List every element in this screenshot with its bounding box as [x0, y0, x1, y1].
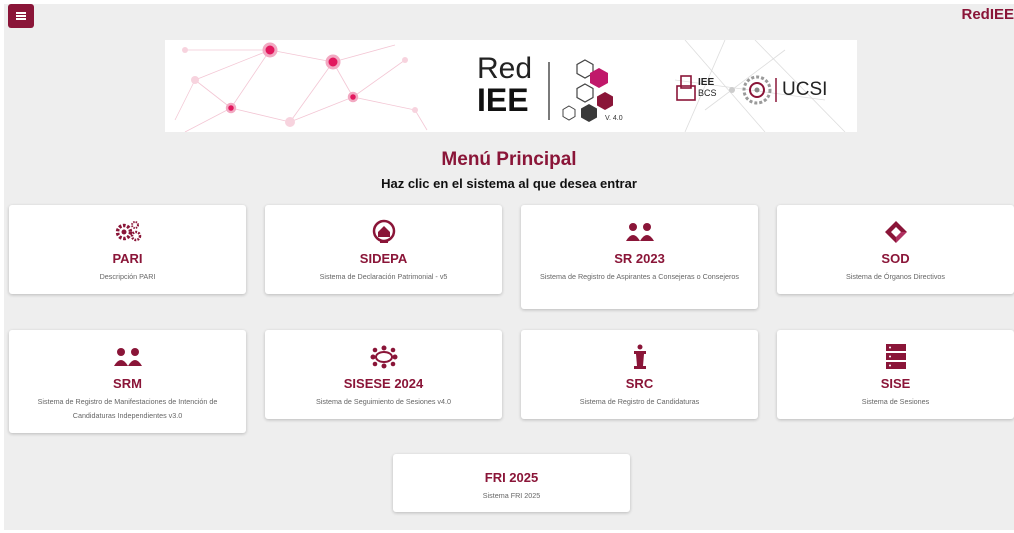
- partner-bcs-label: BCS: [698, 88, 717, 98]
- system-card-src[interactable]: SRC Sistema de Registro de Candidaturas: [521, 330, 758, 419]
- system-name: FRI 2025: [484, 470, 539, 485]
- system-card-sisese2024[interactable]: SISESE 2024 Sistema de Seguimiento de Se…: [265, 330, 502, 419]
- system-description: Sistema de Registro de Aspirantes a Cons…: [540, 272, 739, 281]
- system-name: SISE: [880, 376, 911, 391]
- partner-ucsi-label: UCSI: [782, 79, 828, 100]
- logo-red-text: Red: [477, 52, 533, 85]
- system-description: Sistema de Declaración Patrimonial - v5: [319, 272, 448, 281]
- hexagons-logo-icon: [562, 59, 613, 122]
- system-card-srm[interactable]: SRM Sistema de Registro de Manifestacion…: [9, 330, 246, 433]
- system-description: Sistema de Seguimiento de Sesiones v4.0: [315, 397, 452, 406]
- system-description: Sistema FRI 2025: [482, 491, 541, 500]
- gears-icon: [9, 219, 246, 245]
- system-description: Sistema de Órganos Directivos: [845, 272, 946, 281]
- system-card-pari[interactable]: PARI Descripción PARI: [9, 205, 246, 294]
- system-name: PARI: [112, 251, 143, 266]
- menu-toggle-button[interactable]: [8, 4, 34, 28]
- system-card-sr2023[interactable]: SR 2023 Sistema de Registro de Aspirante…: [521, 205, 758, 309]
- app-container: RedIEE Red IEE V. 4.0 IEE BCS UCSI Menú …: [4, 4, 1014, 530]
- podium-icon: [521, 344, 758, 370]
- system-card-sise[interactable]: SISE Sistema de Sesiones: [777, 330, 1014, 419]
- banner: Red IEE V. 4.0 IEE BCS UCSI: [165, 40, 857, 132]
- system-description: Descripción PARI: [99, 272, 156, 281]
- system-card-sidepa[interactable]: SIDEPA Sistema de Declaración Patrimonia…: [265, 205, 502, 294]
- system-name: SOD: [881, 251, 910, 266]
- house-in-circle-icon: [265, 219, 502, 245]
- brand-title: RedIEE: [961, 6, 1014, 23]
- version-label: V. 4.0: [605, 115, 623, 122]
- diamond-chevron-icon: [777, 219, 1014, 245]
- page-title: Menú Principal: [441, 149, 577, 170]
- system-card-fri2025[interactable]: FRI 2025 Sistema FRI 2025: [393, 454, 630, 512]
- system-description: Sistema de Registro de Candidaturas: [579, 397, 700, 406]
- meeting-table-icon: [265, 344, 502, 370]
- system-card-sod[interactable]: SOD Sistema de Órganos Directivos: [777, 205, 1014, 294]
- system-name: SIDEPA: [359, 251, 408, 266]
- server-icon: [777, 344, 1014, 370]
- people-icon: [521, 219, 758, 245]
- users-group-icon: [9, 344, 246, 370]
- system-description: Sistema de Registro de Manifestaciones d…: [37, 397, 218, 420]
- ballot-box-icon: [676, 75, 696, 101]
- system-name: SR 2023: [614, 251, 665, 266]
- system-name: SISESE 2024: [343, 376, 424, 391]
- system-name: SRM: [113, 376, 142, 391]
- page-subtitle: Haz clic en el sistema al que desea entr…: [381, 176, 637, 191]
- partner-iee-label: IEE: [698, 77, 715, 88]
- logo-iee-text: IEE: [477, 82, 529, 118]
- system-name: SRC: [625, 376, 654, 391]
- hamburger-menu-icon: [16, 12, 26, 20]
- system-description: Sistema de Sesiones: [861, 397, 930, 406]
